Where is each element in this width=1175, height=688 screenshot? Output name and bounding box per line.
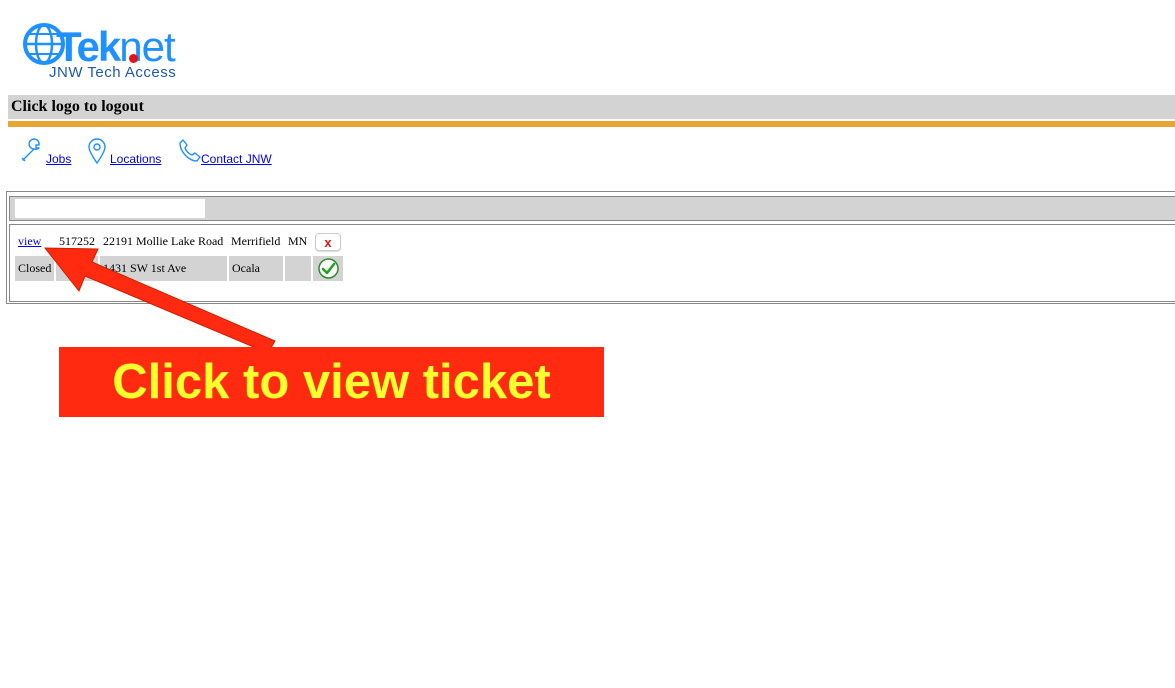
job-status: Closed bbox=[15, 256, 54, 281]
job-number bbox=[56, 256, 98, 281]
close-x-icon[interactable]: x bbox=[315, 233, 341, 251]
close-x-label: x bbox=[324, 235, 332, 250]
green-check-icon[interactable] bbox=[318, 258, 339, 279]
header-divider bbox=[8, 121, 1175, 127]
map-pin-icon bbox=[88, 138, 106, 165]
view-link[interactable]: view bbox=[18, 234, 41, 248]
phone-icon bbox=[179, 139, 201, 162]
logo-wordmark: Teknet bbox=[56, 26, 176, 68]
logo-wordmark-main: Tek bbox=[56, 23, 121, 70]
logo-wordmark-suffix: net bbox=[119, 23, 175, 70]
nav-link-jobs[interactable]: Jobs bbox=[46, 152, 71, 166]
search-bar bbox=[9, 196, 1175, 221]
job-address: 22191 Mollie Lake Road bbox=[103, 234, 224, 248]
logout-header-bar: Click logo to logout bbox=[8, 95, 1175, 119]
job-state bbox=[285, 256, 311, 281]
search-input[interactable] bbox=[15, 199, 205, 218]
job-city: Ocala bbox=[229, 256, 283, 281]
nav-link-contact[interactable]: Contact JNW bbox=[201, 152, 272, 166]
job-address: 1431 SW 1st Ave bbox=[100, 256, 227, 281]
job-state: MN bbox=[288, 234, 308, 248]
job-city: Merrifield bbox=[231, 234, 281, 248]
logo-red-dot bbox=[129, 54, 138, 63]
job-number: 517252 bbox=[59, 234, 95, 248]
instruction-callout: Click to view ticket bbox=[59, 347, 604, 417]
logout-hint-text: Click logo to logout bbox=[11, 98, 144, 115]
teknet-logo[interactable]: Teknet JNW Tech Access bbox=[22, 22, 192, 82]
wrench-icon bbox=[21, 138, 40, 162]
status-check-cell bbox=[313, 256, 343, 281]
view-cell: view bbox=[15, 229, 41, 254]
logo-tagline: JNW Tech Access bbox=[49, 64, 177, 81]
nav-link-locations[interactable]: Locations bbox=[110, 152, 161, 166]
